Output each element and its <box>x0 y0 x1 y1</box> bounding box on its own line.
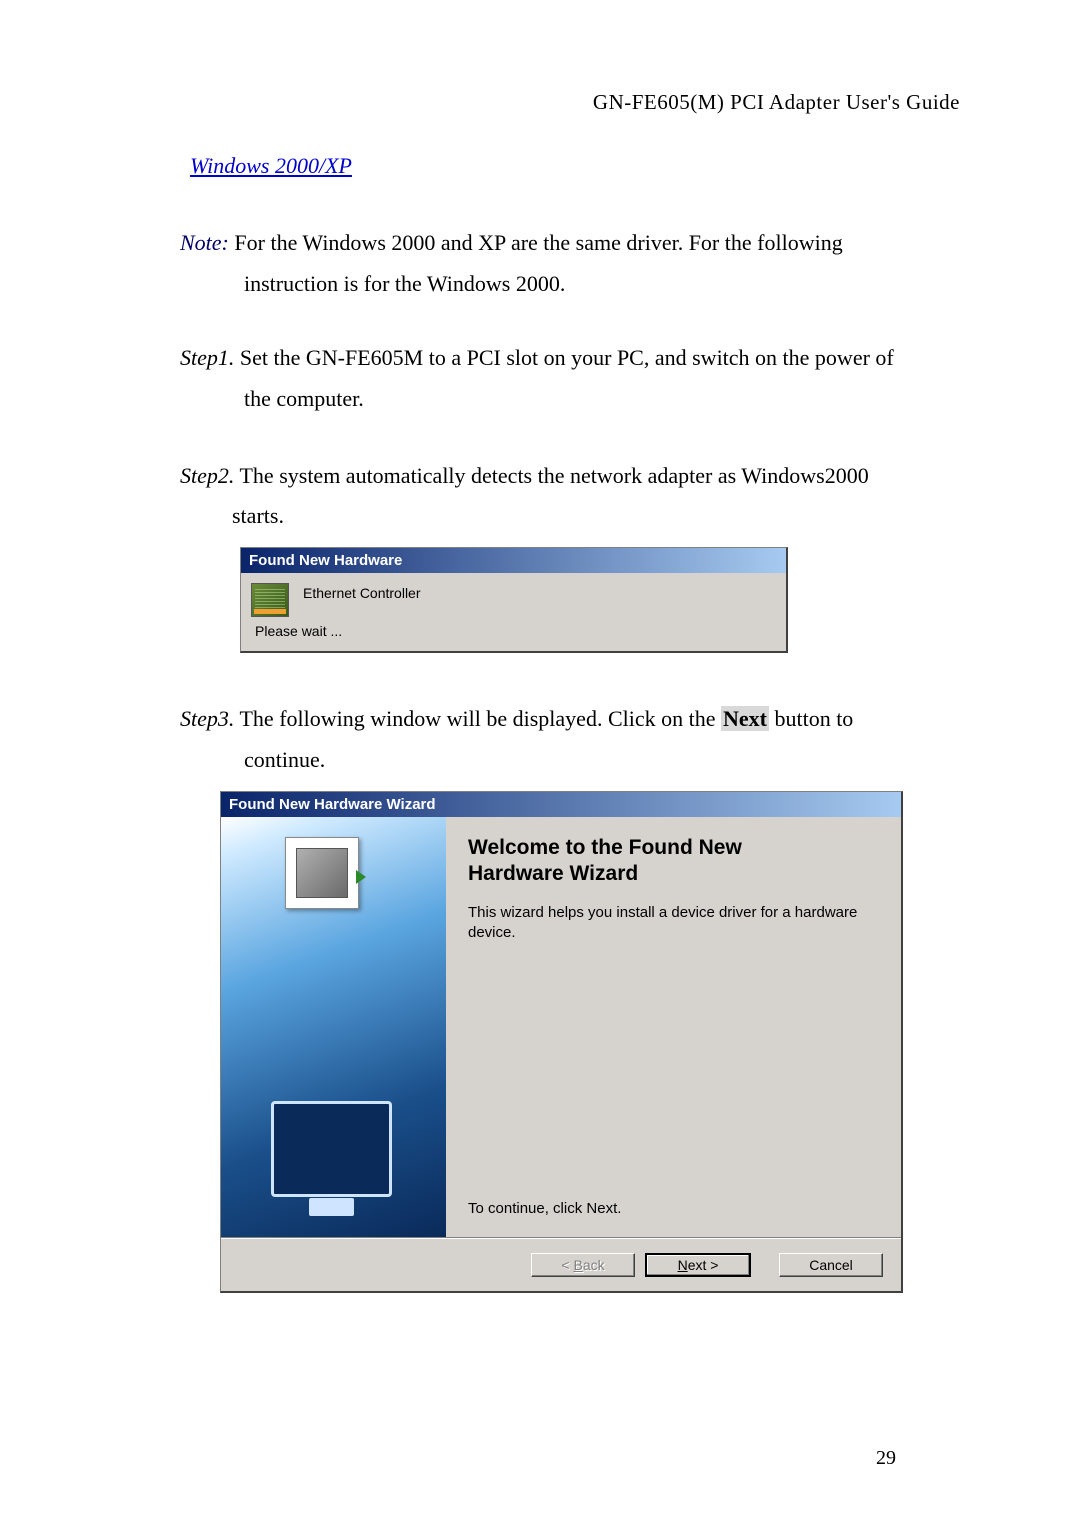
found-hardware-dialog: Found New Hardware Ethernet Controller P… <box>240 547 788 653</box>
wizard-heading: Welcome to the Found New Hardware Wizard <box>468 835 879 888</box>
step3-block: Step3. The following window will be disp… <box>180 699 960 780</box>
wizard-heading-l1: Welcome to the Found New <box>468 836 742 859</box>
note-text-line2: instruction is for the Windows 2000. <box>244 264 960 305</box>
back-button-pre: < <box>561 1257 573 1273</box>
step2-line2: starts. <box>232 496 960 537</box>
step3-label: Step3. <box>180 706 234 731</box>
step2-label: Step2. <box>180 463 234 488</box>
step3-bold-next: Next <box>721 706 769 731</box>
note-paragraph: Note: For the Windows 2000 and XP are th… <box>180 223 960 304</box>
back-button-underline: B <box>573 1257 582 1273</box>
page-number: 29 <box>876 1447 896 1470</box>
note-label: Note: <box>180 230 229 255</box>
next-button-post: ext > <box>688 1257 719 1273</box>
step2-line1: The system automatically detects the net… <box>234 463 868 488</box>
wizard-continue-text: To continue, click Next. <box>468 1200 879 1223</box>
hardware-wizard-dialog: Found New Hardware Wizard Welcome to the… <box>220 791 903 1293</box>
back-button-post: ack <box>583 1257 605 1273</box>
step3-line1a: The following window will be displayed. … <box>234 706 721 731</box>
wizard-titlebar: Found New Hardware Wizard <box>221 792 901 817</box>
wizard-device-icon <box>285 837 359 909</box>
dialog-device-text: Ethernet Controller <box>303 583 421 601</box>
wizard-heading-l2: Hardware Wizard <box>468 862 638 885</box>
hardware-icon <box>251 583 289 617</box>
step3-line2: continue. <box>244 740 960 781</box>
back-button: < Back <box>531 1253 635 1277</box>
section-link-windows[interactable]: Windows 2000/XP <box>190 153 352 179</box>
step1-line1: Set the GN-FE605M to a PCI slot on your … <box>234 345 893 370</box>
step1-block: Step1. Set the GN-FE605M to a PCI slot o… <box>180 338 960 419</box>
step2-block: Step2. The system automatically detects … <box>180 456 960 537</box>
dialog-status-text: Please wait ... <box>241 619 786 651</box>
next-button[interactable]: Next > <box>645 1253 751 1277</box>
dialog-titlebar: Found New Hardware <box>241 548 786 573</box>
wizard-side-graphic <box>221 817 446 1237</box>
doc-header: GN-FE605(M) PCI Adapter User's Guide <box>180 90 960 115</box>
step3-line1b: button to <box>769 706 853 731</box>
next-button-underline: N <box>678 1257 688 1273</box>
note-text-line1: For the Windows 2000 and XP are the same… <box>229 230 843 255</box>
cancel-button[interactable]: Cancel <box>779 1253 883 1277</box>
wizard-button-row: < Back Next > Cancel <box>221 1238 901 1291</box>
wizard-description: This wizard helps you install a device d… <box>468 903 879 944</box>
wizard-monitor-icon <box>271 1101 392 1197</box>
step1-label: Step1. <box>180 345 234 370</box>
step1-line2: the computer. <box>244 379 960 420</box>
